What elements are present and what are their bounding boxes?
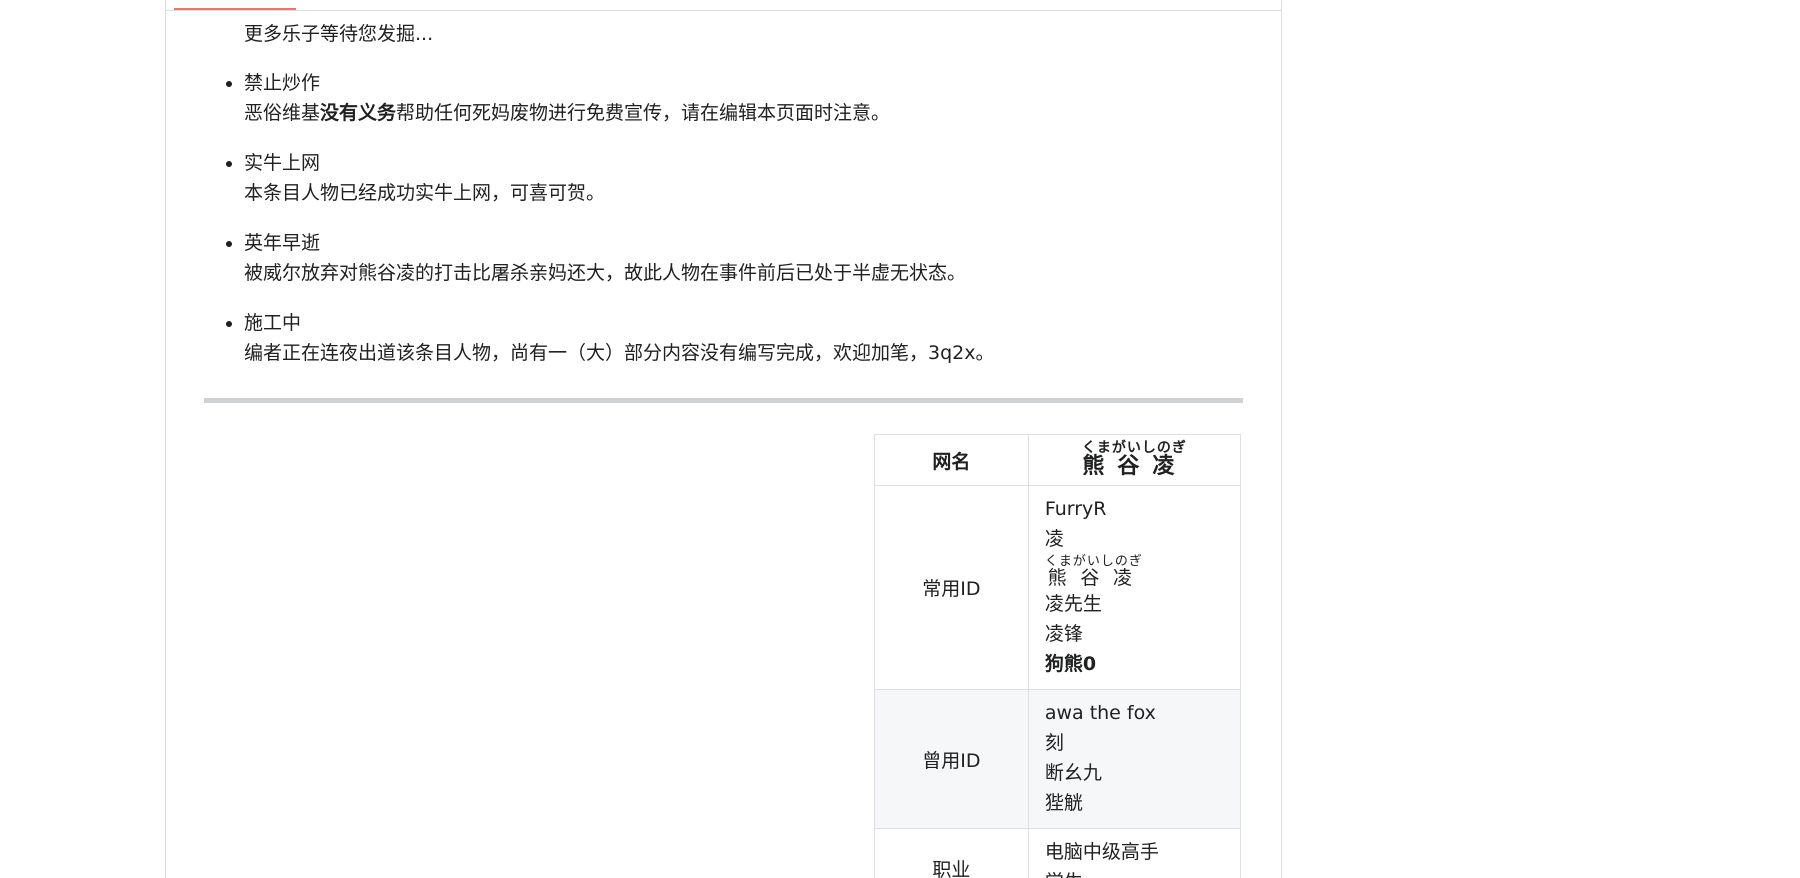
notice-item: 禁止炒作 恶俗维基没有义务帮助任何死妈废物进行免费宣传，请在编辑本页面时注意。 bbox=[244, 68, 1244, 128]
notice-title: 英年早逝 bbox=[244, 228, 1244, 258]
notice-description: 恶俗维基没有义务帮助任何死妈废物进行免费宣传，请在编辑本页面时注意。 bbox=[244, 98, 1244, 128]
infobox-row: 职业 电脑中级高手 学生 bbox=[875, 829, 1241, 878]
name-ruby: 熊谷凌くまがいしのぎ bbox=[1082, 454, 1187, 479]
notice-desc-prefix: 恶俗维基 bbox=[244, 102, 320, 124]
infobox-row-label: 常用ID bbox=[875, 486, 1029, 690]
id-entry: 凌先生 bbox=[1045, 589, 1224, 619]
infobox-header-label: 网名 bbox=[875, 435, 1029, 486]
id-entry: 凌 bbox=[1045, 524, 1224, 554]
id-entry: 熊谷凌くまがいしのぎ bbox=[1045, 554, 1224, 589]
article-content: 更多乐子等待您发掘... 禁止炒作 恶俗维基没有义务帮助任何死妈废物进行免费宣传… bbox=[165, 0, 1282, 878]
id-entry: 断幺九 bbox=[1045, 758, 1224, 788]
notice-title: 施工中 bbox=[244, 308, 1244, 338]
name-base: 熊谷凌 bbox=[1082, 454, 1187, 479]
infobox-row-label: 曾用ID bbox=[875, 690, 1029, 829]
occupation-entry: 电脑中级高手 bbox=[1045, 837, 1224, 867]
id-ruby-reading: くまがいしのぎ bbox=[1045, 554, 1143, 569]
notice-desc-suffix: 帮助任何死妈废物进行免费宣传，请在编辑本页面时注意。 bbox=[396, 102, 890, 124]
notice-description: 编者正在连夜出道该条目人物，尚有一（大）部分内容没有编写完成，欢迎加笔，3q2x… bbox=[244, 338, 1244, 368]
notice-title: 禁止炒作 bbox=[244, 68, 1244, 98]
notice-description: 本条目人物已经成功实牛上网，可喜可贺。 bbox=[244, 178, 1244, 208]
infobox-row-value: FurryR 凌 熊谷凌くまがいしのぎ 凌先生 凌锋 狗熊0 bbox=[1028, 486, 1240, 690]
id-entry: FurryR bbox=[1045, 494, 1224, 524]
infobox-header-name: 熊谷凌くまがいしのぎ bbox=[1028, 435, 1240, 486]
id-ruby: 熊谷凌くまがいしのぎ bbox=[1045, 567, 1143, 589]
section-divider bbox=[204, 398, 1243, 403]
infobox-row-label: 职业 bbox=[875, 829, 1029, 878]
active-tab-indicator bbox=[174, 8, 296, 10]
notice-item: 英年早逝 被威尔放弃对熊谷凌的打击比屠杀亲妈还大，故此人物在事件前后已处于半虚无… bbox=[244, 228, 1244, 288]
notice-description: 被威尔放弃对熊谷凌的打击比屠杀亲妈还大，故此人物在事件前后已处于半虚无状态。 bbox=[244, 258, 1244, 288]
infobox-row: 曾用ID awa the fox 刻 断幺九 狴觥 bbox=[875, 690, 1241, 829]
notice-item: 实牛上网 本条目人物已经成功实牛上网，可喜可贺。 bbox=[244, 148, 1244, 208]
id-ruby-base: 熊谷凌 bbox=[1045, 567, 1143, 589]
infobox-table: 网名 熊谷凌くまがいしのぎ 常用ID FurryR 凌 熊谷凌くまがいしのぎ 凌… bbox=[874, 434, 1241, 878]
infobox-header-row: 网名 熊谷凌くまがいしのぎ bbox=[875, 435, 1241, 486]
notice-list: 禁止炒作 恶俗维基没有义务帮助任何死妈废物进行免费宣传，请在编辑本页面时注意。 … bbox=[244, 68, 1244, 388]
id-entry: 狗熊0 bbox=[1045, 649, 1224, 679]
notice-item: 施工中 编者正在连夜出道该条目人物，尚有一（大）部分内容没有编写完成，欢迎加笔，… bbox=[244, 308, 1244, 368]
intro-tail-text: 更多乐子等待您发掘... bbox=[244, 20, 433, 48]
occupation-entry: 学生 bbox=[1045, 867, 1224, 878]
id-entry: awa the fox bbox=[1045, 698, 1224, 728]
notice-desc-emphasis: 没有义务 bbox=[320, 102, 396, 124]
id-entry: 凌锋 bbox=[1045, 619, 1224, 649]
id-entry: 刻 bbox=[1045, 728, 1224, 758]
notice-title: 实牛上网 bbox=[244, 148, 1244, 178]
name-reading: くまがいしのぎ bbox=[1082, 440, 1187, 456]
infobox-row: 常用ID FurryR 凌 熊谷凌くまがいしのぎ 凌先生 凌锋 狗熊0 bbox=[875, 486, 1241, 690]
tab-divider bbox=[166, 10, 1281, 11]
infobox-row-value: awa the fox 刻 断幺九 狴觥 bbox=[1028, 690, 1240, 829]
id-entry: 狴觥 bbox=[1045, 788, 1224, 818]
infobox-row-value: 电脑中级高手 学生 bbox=[1028, 829, 1240, 878]
